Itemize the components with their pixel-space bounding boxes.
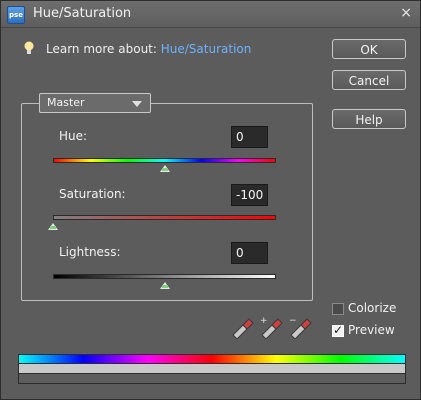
lightbulb-icon: [24, 41, 34, 54]
hue-label: Hue:: [59, 129, 88, 143]
edit-channel-value: Master: [47, 96, 85, 109]
saturation-slider-thumb[interactable]: [48, 223, 58, 230]
edit-channel-select[interactable]: Master: [39, 93, 151, 113]
help-button[interactable]: Help: [332, 109, 406, 129]
saturation-slider-track[interactable]: [53, 215, 276, 220]
lightness-label: Lightness:: [59, 245, 121, 259]
eyedropper-minus-icon[interactable]: −: [287, 313, 313, 339]
window-title: Hue/Saturation: [33, 6, 132, 21]
preview-label[interactable]: Preview: [348, 323, 395, 337]
spectrum-range-band: [18, 364, 406, 373]
hue-slider-thumb[interactable]: [160, 165, 170, 172]
chevron-down-icon: [132, 101, 142, 107]
hue-slider-track[interactable]: [53, 158, 276, 163]
title-bar[interactable]: pse Hue/Saturation ×: [1, 1, 420, 28]
colorize-checkbox[interactable]: [332, 303, 344, 315]
close-icon[interactable]: ×: [400, 5, 412, 21]
hue-input[interactable]: 0: [231, 126, 268, 148]
lightness-input[interactable]: 0: [231, 242, 268, 264]
lightness-slider-track[interactable]: [53, 274, 276, 279]
learn-more-label: Learn more about:: [46, 42, 157, 56]
svg-text:−: −: [289, 316, 297, 326]
saturation-label: Saturation:: [59, 187, 126, 201]
hue-saturation-dialog: pse Hue/Saturation × Learn more about: H…: [0, 0, 421, 400]
spectrum-bar-top: [18, 354, 406, 364]
eyedropper-icon[interactable]: [229, 313, 255, 339]
app-icon: pse: [7, 6, 25, 24]
cancel-button[interactable]: Cancel: [332, 70, 406, 90]
colorize-label[interactable]: Colorize: [348, 301, 396, 315]
ok-button[interactable]: OK: [332, 39, 406, 59]
saturation-input[interactable]: -100: [231, 184, 268, 206]
preview-checkbox[interactable]: [332, 323, 344, 337]
lightness-slider-thumb[interactable]: [160, 282, 170, 289]
learn-more-link[interactable]: Hue/Saturation: [161, 42, 252, 56]
eyedropper-plus-icon[interactable]: +: [258, 313, 284, 339]
spectrum-bar-bottom: [18, 373, 406, 384]
learn-more-text: Learn more about: Hue/Saturation: [46, 42, 251, 56]
svg-text:+: +: [260, 316, 268, 326]
